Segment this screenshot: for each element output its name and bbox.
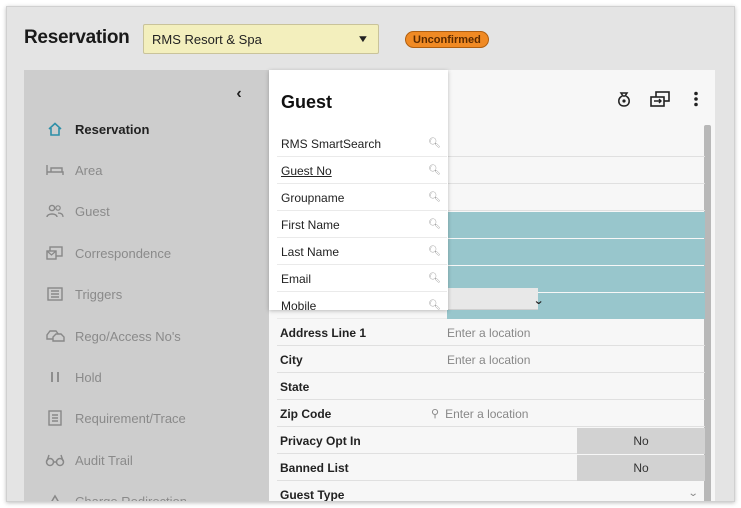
sidebar: ‹ Reservation Area Guest Correspondence <box>24 70 269 502</box>
sidebar-item-label: Correspondence <box>75 245 172 261</box>
search-icon: 🔍︎ <box>428 138 441 149</box>
guest-search-popover: Guest RMS SmartSearch 🔍︎ Guest No 🔍︎ Gro… <box>269 70 448 319</box>
scrollbar[interactable] <box>704 125 711 501</box>
sidebar-item-hold[interactable]: Hold <box>44 366 102 388</box>
search-icon: ⚲ <box>431 408 440 420</box>
search-option-first-name[interactable]: First Name 🔍︎ <box>277 212 447 238</box>
sidebar-item-label: Guest <box>75 203 110 219</box>
zip-row: Zip Code ⚲ Enter a location <box>277 401 705 427</box>
chevron-down-icon: ▼ <box>356 33 370 45</box>
zip-input[interactable]: ⚲ Enter a location <box>431 401 705 427</box>
sidebar-item-label: Audit Trail <box>75 452 133 468</box>
last-name-field[interactable] <box>447 238 705 265</box>
glasses-icon <box>44 451 66 469</box>
privacy-row: Privacy Opt In No <box>277 427 705 454</box>
address-line-1-label: Address Line 1 <box>280 325 367 340</box>
privacy-toggle[interactable]: No <box>577 427 705 454</box>
note-icon <box>44 409 66 427</box>
search-option-smartsearch[interactable]: RMS SmartSearch 🔍︎ <box>277 131 447 157</box>
search-option-guest-no[interactable]: Guest No 🔍︎ <box>277 158 447 184</box>
state-input[interactable] <box>447 374 705 400</box>
more-options-icon[interactable] <box>685 90 707 108</box>
chevron-down-icon: ⌄ <box>687 487 699 499</box>
sidebar-item-guest[interactable]: Guest <box>44 200 110 222</box>
property-select[interactable]: RMS Resort & Spa ▼ <box>143 24 379 54</box>
toolbar <box>613 90 707 108</box>
sidebar-item-label: Area <box>75 162 103 178</box>
search-icon: 🔍︎ <box>428 192 441 203</box>
bed-icon <box>44 161 66 179</box>
guest-type-row: Guest Type ⌄ <box>277 482 705 502</box>
sidebar-item-label: Triggers <box>75 286 123 302</box>
search-icon: 🔍︎ <box>428 165 441 176</box>
search-option-groupname[interactable]: Groupname 🔍︎ <box>277 185 447 211</box>
sidebar-item-requirement[interactable]: Requirement/Trace <box>44 407 186 429</box>
sidebar-item-charge-redirection[interactable]: Charge Redirection <box>44 490 188 502</box>
privacy-label: Privacy Opt In <box>280 433 361 448</box>
city-row: City Enter a location <box>277 347 705 373</box>
guest-type-label: Guest Type <box>280 487 345 502</box>
list-icon <box>44 285 66 303</box>
popover-title: Guest <box>281 92 333 112</box>
zip-label: Zip Code <box>280 406 332 421</box>
home-icon <box>44 120 66 138</box>
sidebar-item-reservation[interactable]: Reservation <box>44 118 149 140</box>
money-bag-icon[interactable] <box>613 90 635 108</box>
sidebar-item-correspondence[interactable]: Correspondence <box>44 242 171 264</box>
address-line-1-input[interactable]: Enter a location <box>447 320 705 346</box>
search-icon: 🔍︎ <box>428 246 441 257</box>
mail-icon <box>44 244 66 262</box>
search-option-email[interactable]: Email 🔍︎ <box>277 266 447 292</box>
banned-toggle[interactable]: No <box>577 454 705 481</box>
app-window: Reservation RMS Resort & Spa ▼ Unconfirm… <box>6 6 735 502</box>
status-badge: Unconfirmed <box>405 31 489 48</box>
sidebar-item-audit-trail[interactable]: Audit Trail <box>44 449 133 471</box>
page-title: Reservation <box>24 27 130 48</box>
redirect-icon <box>44 492 66 501</box>
pause-icon <box>44 368 66 386</box>
search-icon: 🔍︎ <box>428 273 441 284</box>
sidebar-item-label: Rego/Access No's <box>75 328 181 344</box>
car-icon <box>44 327 66 345</box>
property-select-value: RMS Resort & Spa <box>152 31 262 47</box>
sidebar-item-triggers[interactable]: Triggers <box>44 283 122 305</box>
collapse-sidebar-icon[interactable]: ‹ <box>231 84 247 104</box>
city-input[interactable]: Enter a location <box>447 347 705 373</box>
people-icon <box>44 202 66 220</box>
sidebar-item-rego[interactable]: Rego/Access No's <box>44 325 181 347</box>
mobile-country-select[interactable] <box>448 288 538 310</box>
city-label: City <box>280 352 303 367</box>
search-option-last-name[interactable]: Last Name 🔍︎ <box>277 239 447 265</box>
search-option-mobile[interactable]: Mobile 🔍︎ <box>277 293 447 319</box>
search-icon: 🔍︎ <box>428 219 441 230</box>
banned-label: Banned List <box>280 460 349 475</box>
chevron-down-icon: ⌄ <box>533 295 545 307</box>
sidebar-item-label: Reservation <box>75 121 150 137</box>
sidebar-item-label: Requirement/Trace <box>75 410 186 426</box>
banned-row: Banned List No <box>277 454 705 481</box>
sidebar-item-label: Hold <box>75 369 102 385</box>
search-icon: 🔍︎ <box>428 300 441 311</box>
sidebar-item-area[interactable]: Area <box>44 159 102 181</box>
guest-type-select[interactable]: ⌄ <box>447 482 705 502</box>
sidebar-item-label: Charge Redirection <box>75 493 188 502</box>
transfer-icon[interactable] <box>649 90 671 108</box>
zip-placeholder: Enter a location <box>445 406 529 421</box>
address-line-1-row: Address Line 1 Enter a location <box>277 320 705 346</box>
first-name-field[interactable] <box>447 211 705 238</box>
state-label: State <box>280 379 310 394</box>
state-row: State <box>277 374 705 400</box>
